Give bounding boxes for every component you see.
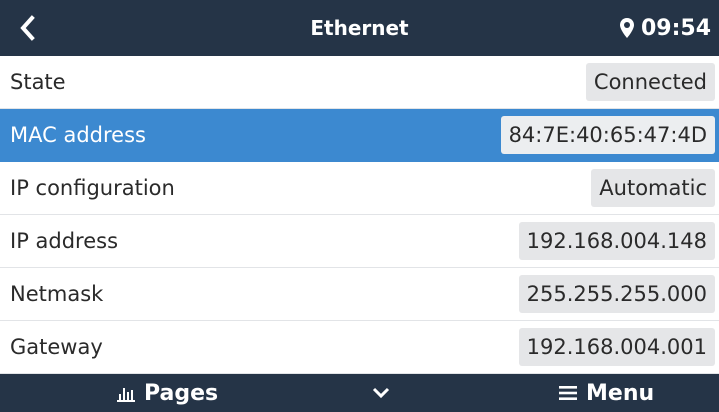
expand-button[interactable]	[372, 374, 390, 412]
pages-button[interactable]: Pages	[116, 374, 218, 412]
list-item-value: 84:7E:40:65:47:4D	[500, 116, 715, 154]
list-item-label: State	[10, 70, 66, 94]
menu-label: Menu	[586, 380, 655, 406]
menu-button[interactable]: Menu	[558, 374, 654, 412]
chevron-down-icon	[372, 387, 390, 399]
hamburger-menu-icon	[559, 386, 577, 400]
list-item-ip-address[interactable]: IP address 192.168.004.148	[0, 215, 719, 268]
list-item-value: 192.168.004.001	[518, 328, 715, 366]
list-item-label: Gateway	[10, 335, 103, 359]
list-item-ip-configuration[interactable]: IP configuration Automatic	[0, 162, 719, 215]
list-item-netmask[interactable]: Netmask 255.255.255.000	[0, 268, 719, 321]
list-item-state[interactable]: State Connected	[0, 56, 719, 109]
footer-bar: Pages Menu	[0, 374, 719, 412]
header-bar: Ethernet 09:54	[0, 0, 719, 56]
list-item-value: Connected	[585, 63, 715, 101]
list-item-mac-address[interactable]: MAC address 84:7E:40:65:47:4D	[0, 109, 719, 162]
list-item-label: IP configuration	[10, 176, 175, 200]
location-pin-icon	[619, 18, 634, 38]
list-item-gateway[interactable]: Gateway 192.168.004.001	[0, 321, 719, 374]
list-item-label: MAC address	[10, 123, 146, 147]
clock: 09:54	[619, 0, 711, 56]
bar-chart-icon	[117, 388, 135, 402]
list-item-label: Netmask	[10, 282, 104, 306]
pages-label: Pages	[144, 380, 219, 406]
settings-list: State Connected MAC address 84:7E:40:65:…	[0, 56, 719, 374]
list-item-value: 192.168.004.148	[518, 222, 715, 260]
clock-time: 09:54	[640, 15, 711, 41]
list-item-value: Automatic	[591, 169, 715, 207]
page-title: Ethernet	[310, 16, 409, 40]
list-item-value: 255.255.255.000	[518, 275, 715, 313]
list-item-label: IP address	[10, 229, 119, 253]
